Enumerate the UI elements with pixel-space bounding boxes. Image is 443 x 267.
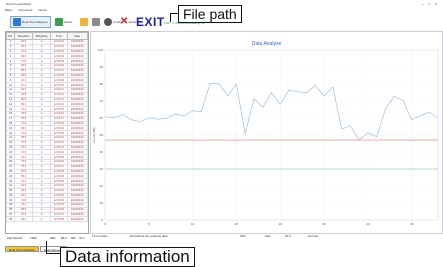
- minimize-button[interactable]: –: [422, 0, 424, 8]
- connect-label: Real Time Measure: [22, 20, 49, 24]
- table-header-row: NO. Maxvalue Weighting Time Date: [5, 32, 88, 40]
- connect-icon: [13, 18, 21, 26]
- data-information-callout: Data information: [60, 247, 195, 267]
- table-row[interactable]: 38 63.3 A 12:00:38 2024/03/01: [5, 216, 88, 223]
- chart-title: Data Analyse: [251, 41, 282, 47]
- y-tick-label: 80: [100, 82, 104, 86]
- y-tick-label: 30: [100, 167, 104, 171]
- select-button[interactable]: Select: [55, 16, 72, 28]
- menu-instrument[interactable]: Instrument: [18, 8, 32, 12]
- maximize-button[interactable]: □: [428, 0, 430, 8]
- connect-button[interactable]: Real Time Measure: [10, 16, 52, 28]
- bottom-value-1: OFF: [240, 234, 246, 238]
- export-option[interactable]: Excel/Print the analysis data: [130, 234, 168, 238]
- bottom-value-3: 60.0: [285, 234, 291, 238]
- gear-icon: [104, 18, 112, 26]
- y-tick-label: 40: [100, 150, 104, 154]
- record-value: 1160: [30, 236, 37, 240]
- y-tick-label: 10: [100, 201, 104, 205]
- time-graph-option[interactable]: Time Graph: [92, 234, 108, 238]
- y-tick-label: 100: [98, 48, 103, 52]
- table-header-cell[interactable]: Time: [50, 32, 68, 40]
- x-icon: ✕: [120, 16, 129, 27]
- x-tick-label: 25: [322, 222, 326, 226]
- tab-bar: Real Time Measure Data Manager: [5, 246, 68, 252]
- line-chart: 0 10 20 30 40 50 60 70 80 90 100 0 5 10 15 20 25 30 35 Soun…: [92, 48, 439, 226]
- folder-icon: [80, 18, 88, 26]
- table-cell: 12:00:38: [50, 216, 68, 223]
- table-header-cell[interactable]: NO.: [5, 32, 16, 40]
- bottom-value-4[interactable]: Normal: [308, 234, 318, 238]
- callout-pointer: [170, 13, 178, 14]
- min-label: Min: [71, 236, 76, 240]
- table-cell: 2024/03/01: [66, 216, 88, 223]
- max-value: 80.4: [61, 236, 67, 240]
- printer-icon: [92, 18, 100, 26]
- table-cell: A: [31, 216, 52, 223]
- file-path-callout: File path: [178, 5, 242, 23]
- y-tick-label: 20: [100, 184, 104, 188]
- chart-bottom-bar: Time Graph Excel/Print the analysis data…: [90, 234, 443, 240]
- table-cell: 38: [5, 216, 16, 223]
- bottom-value-2: Max: [265, 234, 271, 238]
- open-folder-button[interactable]: [80, 16, 89, 28]
- window-title: Sound Level Meter: [6, 2, 32, 6]
- y-tick-label: 60: [100, 116, 104, 120]
- close-button[interactable]: ×: [435, 0, 437, 8]
- y-tick-label: 90: [100, 65, 104, 69]
- table-header-cell[interactable]: Maxvalue: [14, 32, 33, 40]
- tab-real-time[interactable]: Real Time Measure: [5, 246, 40, 252]
- menu-option[interactable]: Option: [38, 8, 47, 12]
- table-body: 1 60.6 A 12:00:01 2024/03/01 2 60.2 A 12:00:02 20…: [5, 39, 88, 223]
- series-line: [104, 83, 439, 141]
- x-tick-label: 35: [410, 222, 414, 226]
- y-tick-label: 70: [100, 99, 104, 103]
- y-tick-label: 0: [101, 218, 103, 222]
- print-button[interactable]: [92, 16, 101, 28]
- exit-button[interactable]: EXIT: [136, 15, 165, 29]
- min-value: 47.1: [79, 236, 85, 240]
- x-tick-label: 10: [191, 222, 195, 226]
- x-tick-label: 30: [366, 222, 370, 226]
- table-cell: 63.3: [14, 216, 33, 223]
- chart-panel: Data Analyse 0 10 20 30 40 50 60 70 80 90 100 0 5 10 1…: [90, 31, 443, 234]
- callout-pointer: [170, 13, 171, 22]
- callout-pointer: [46, 241, 47, 253]
- x-tick-label: 5: [148, 222, 150, 226]
- record-label: File Record: [7, 236, 23, 240]
- callout-pointer: [46, 253, 60, 254]
- x-tick-label: 0: [104, 222, 106, 226]
- table-header-cell[interactable]: Weighting: [31, 32, 52, 40]
- max-label: Max: [50, 236, 56, 240]
- y-axis-label: Sound (dB): [92, 127, 96, 142]
- data-table: NO. Maxvalue Weighting Time Date 1 60.6 A 12:00…: [5, 32, 88, 223]
- x-tick-label: 15: [235, 222, 239, 226]
- status-bar: File Record 1160 Max 80.4 Min 47.1: [5, 235, 89, 245]
- x-tick-label: 20: [279, 222, 283, 226]
- select-label: Select: [64, 20, 73, 24]
- y-tick-label: 50: [100, 133, 104, 137]
- menu-basic[interactable]: Basic: [5, 8, 12, 12]
- app-window: Sound Level Meter – □ × Basic Instrument…: [0, 0, 443, 267]
- table-header-cell[interactable]: Date: [66, 32, 88, 40]
- select-icon: [55, 18, 63, 26]
- data-table-panel: NO. Maxvalue Weighting Time Date 1 60.6 A 12:00…: [5, 31, 89, 234]
